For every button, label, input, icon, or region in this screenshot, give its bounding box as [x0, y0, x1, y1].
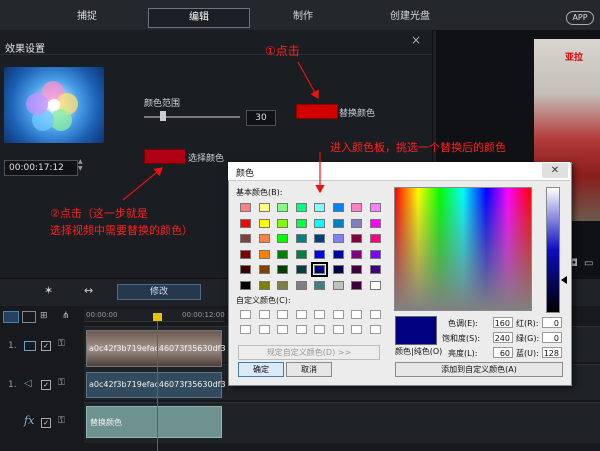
arrow-to-select-swatch [122, 167, 163, 201]
arrow-to-replace-swatch [297, 61, 319, 100]
annotation-arrows [122, 61, 325, 201]
